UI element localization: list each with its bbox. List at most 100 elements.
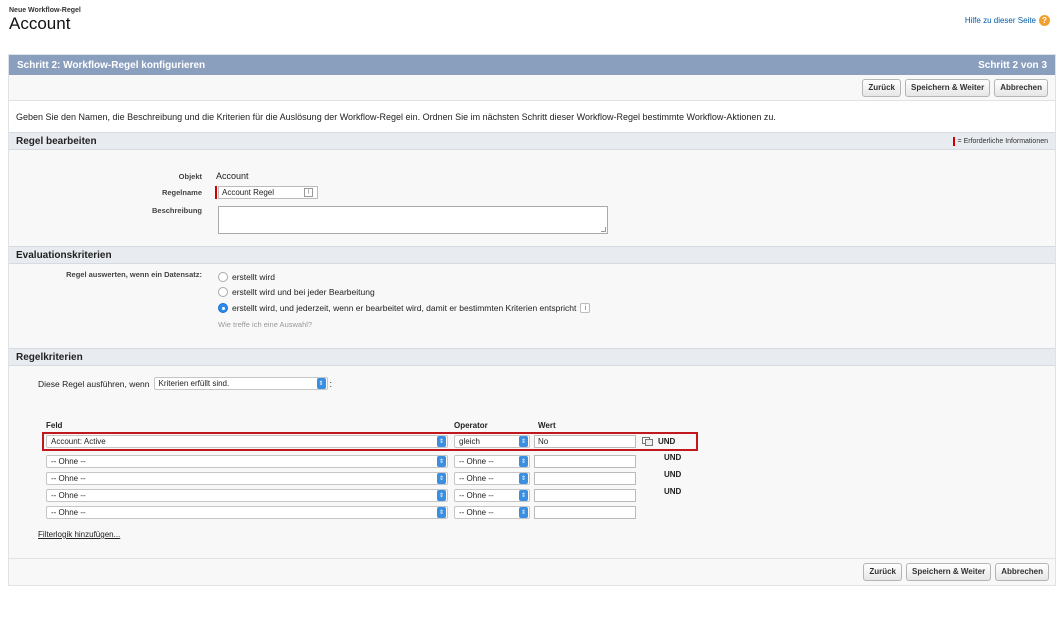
evaluation-hint-row: Wie treffe ich eine Auswahl? [218,320,312,329]
section-header-criteria: Regelkriterien [9,348,1055,366]
evaluation-option-2[interactable]: erstellt wird und bei jeder Bearbeitung [218,287,375,297]
option-label: erstellt wird und bei jeder Bearbeitung [232,287,375,297]
criteria-row: -- Ohne -- ⇕ -- Ohne -- ⇕ [46,506,636,519]
value-input[interactable] [534,472,636,485]
evaluation-label-row: Regel auswerten, wenn ein Datensatz: [20,270,202,279]
criteria-header-field: Feld [46,421,62,430]
criteria-row: -- Ohne -- ⇕ -- Ohne -- ⇕ UND [46,453,682,468]
help-link[interactable]: Hilfe zu dieser Seite ? [965,15,1050,26]
operator-select[interactable]: -- Ohne -- ⇕ [454,455,530,468]
value-input[interactable] [534,506,636,519]
operator-select[interactable]: -- Ohne -- ⇕ [454,489,530,502]
radio-criteria-met[interactable] [218,303,228,313]
run-rule-value: Kriterien erfüllt sind. [158,379,230,388]
save-next-button[interactable]: Speichern & Weiter [905,562,992,581]
object-value: Account [216,171,249,181]
col-operator: Operator [454,421,488,430]
required-legend-text: = Erforderliche Informationen [957,137,1048,145]
description-row: Beschreibung [100,206,608,234]
back-button[interactable]: Zurück [862,78,901,97]
criteria-header-operator: Operator [454,421,488,430]
criteria-header-value: Wert [538,421,556,430]
section-title-edit: Regel bearbeiten [16,135,97,147]
chevron-updown-icon: ⇕ [437,490,446,501]
info-icon[interactable]: i [580,303,591,313]
rule-name-input[interactable]: Account Regel ! [218,186,318,199]
section-title-criteria: Regelkriterien [16,351,83,363]
help-link-label[interactable]: Hilfe zu dieser Seite [965,16,1036,25]
criteria-row: -- Ohne -- ⇕ -- Ohne -- ⇕ UND [46,487,682,502]
field-select[interactable]: -- Ohne -- ⇕ [46,506,448,519]
step-bar: Schritt 2: Workflow-Regel konfigurieren … [9,55,1055,75]
description-input[interactable] [218,206,608,234]
run-rule-suffix: : [329,378,333,389]
value-input[interactable] [534,455,636,468]
page-header: Neue Workflow-Regel Account [9,7,81,33]
object-row: Objekt Account [100,171,510,181]
intro-text: Geben Sie den Namen, die Beschreibung un… [9,101,1055,132]
required-legend: = Erforderliche Informationen [952,136,1048,146]
field-select[interactable]: -- Ohne -- ⇕ [46,455,448,468]
operator-value: -- Ohne -- [459,508,494,517]
radio-created-edited[interactable] [218,287,228,297]
filter-logic-row: Filterlogik hinzufügen... [38,530,120,539]
field-select[interactable]: -- Ohne -- ⇕ [46,489,448,502]
required-marker-icon [952,136,955,146]
object-label: Objekt [178,171,202,181]
operator-value: -- Ohne -- [459,491,494,500]
chevron-updown-icon: ⇕ [519,507,528,518]
save-next-button[interactable]: Speichern & Weiter [904,78,991,97]
filter-logic-link[interactable]: Filterlogik hinzufügen... [38,530,120,539]
question-icon[interactable]: ? [1039,15,1050,26]
conjunction-label: UND [664,487,682,496]
step-title: Schritt 2: Workflow-Regel konfigurieren [17,59,206,71]
option-label: erstellt wird, und jederzeit, wenn er be… [232,303,577,313]
rule-name-value: Account Regel [222,188,275,197]
option-label: erstellt wird [232,272,275,282]
cancel-button[interactable]: Abbrechen [995,562,1049,581]
resize-grip-icon[interactable] [601,227,606,232]
run-rule-select[interactable]: Kriterien erfüllt sind. ⇕ [153,377,328,390]
radio-created[interactable] [218,272,228,282]
bottom-button-row: Zurück Speichern & Weiter Abbrechen [8,558,1056,584]
section-header-edit: Regel bearbeiten = Erforderliche Informa… [9,132,1055,150]
evaluation-option-3[interactable]: erstellt wird, und jederzeit, wenn er be… [218,303,591,313]
conjunction-label: UND [664,453,682,462]
operator-select[interactable]: -- Ohne -- ⇕ [454,472,530,485]
top-button-row: Zurück Speichern & Weiter Abbrechen [9,75,1055,101]
field-select[interactable]: -- Ohne -- ⇕ [46,472,448,485]
col-value: Wert [538,421,556,430]
chevron-updown-icon: ⇕ [316,378,326,389]
rule-name-label: Regelname [161,188,202,197]
required-marker [215,186,217,199]
field-value: -- Ohne -- [51,508,86,517]
chevron-updown-icon: ⇕ [519,490,528,501]
col-field: Feld [46,421,63,430]
chevron-updown-icon: ⇕ [519,456,528,467]
cancel-button[interactable]: Abbrechen [994,78,1048,97]
step-counter: Schritt 2 von 3 [978,59,1047,71]
description-label: Beschreibung [151,206,202,215]
chevron-updown-icon: ⇕ [437,456,446,467]
page-title: Account [9,14,71,33]
operator-select[interactable]: -- Ohne -- ⇕ [454,506,530,519]
field-value: -- Ohne -- [51,491,86,500]
page-subtitle: Neue Workflow-Regel [9,7,81,14]
back-button[interactable]: Zurück [863,562,902,581]
conjunction-label: UND [664,470,682,479]
evaluation-hint-link[interactable]: Wie treffe ich eine Auswahl? [218,320,312,329]
rule-name-row: Regelname Account Regel ! [100,186,318,199]
section-title-evaluation: Evaluationskriterien [16,249,112,261]
operator-value: -- Ohne -- [459,457,494,466]
value-input[interactable] [534,489,636,502]
run-rule-row: Diese Regel ausführen, wenn Kriterien er… [38,377,332,390]
chevron-updown-icon: ⇕ [437,473,446,484]
criteria-row: -- Ohne -- ⇕ -- Ohne -- ⇕ UND [46,470,682,485]
operator-value: -- Ohne -- [459,474,494,483]
field-info-icon[interactable]: ! [304,188,313,197]
evaluation-label: Regel auswerten, wenn ein Datensatz: [66,270,202,279]
highlight-frame [42,432,698,451]
chevron-updown-icon: ⇕ [519,473,528,484]
evaluation-option-1[interactable]: erstellt wird [218,272,275,282]
chevron-updown-icon: ⇕ [437,507,446,518]
